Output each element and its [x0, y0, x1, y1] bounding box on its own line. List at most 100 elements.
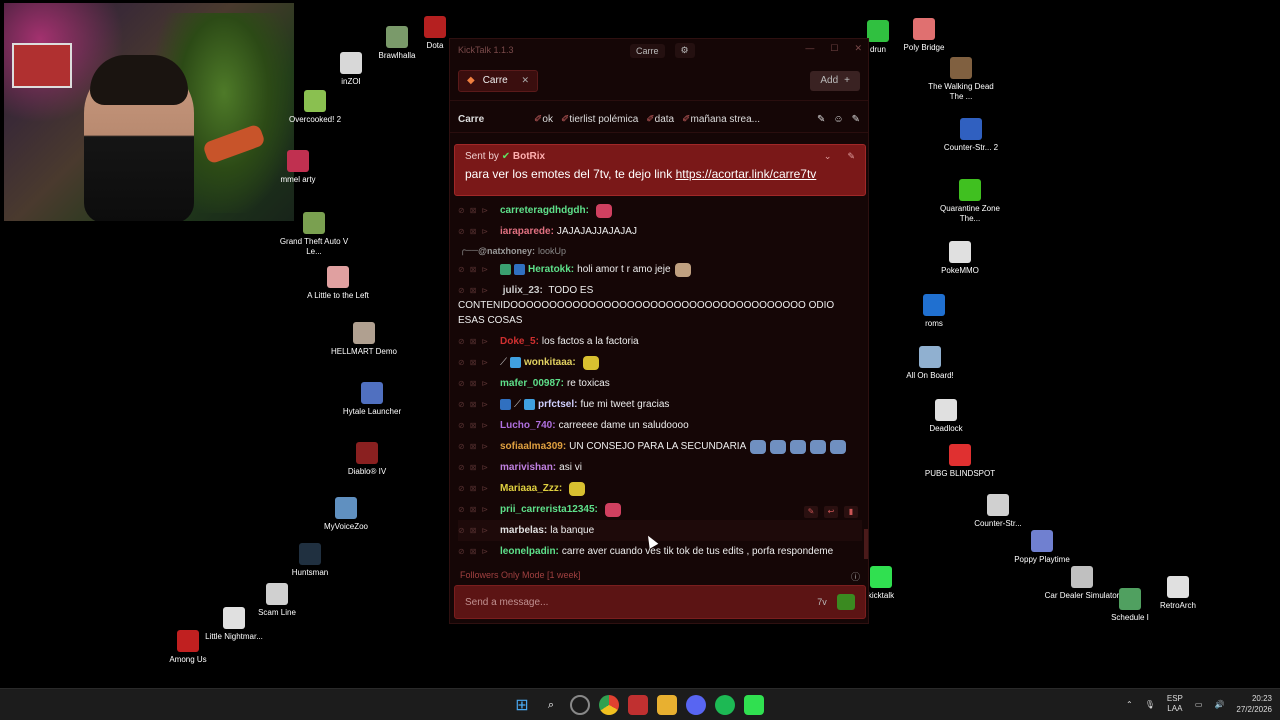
network-icon[interactable]: ▭	[1195, 700, 1203, 709]
desktop-icon-inzoi[interactable]: inZOI	[311, 52, 391, 87]
desktop-icon-polybridge[interactable]: Poly Bridge	[884, 18, 964, 53]
desktop-icon-diablo[interactable]: Diablo® IV	[327, 442, 407, 477]
message-tools[interactable]: ⊘⊠⊳	[458, 526, 500, 535]
delete-icon[interactable]: ▮	[844, 506, 858, 518]
message-tools[interactable]: ⊘⊠⊳	[458, 358, 500, 367]
pin-item[interactable]: mañana strea...	[682, 114, 760, 125]
close-icon[interactable]: ✕	[854, 43, 862, 54]
message-input[interactable]	[465, 596, 807, 608]
pin-toggle-icon[interactable]: ✎	[852, 114, 860, 125]
volume-icon[interactable]: 🔊	[1214, 700, 1224, 709]
desktop-icon-among-us[interactable]: Among Us	[148, 630, 228, 665]
add-button[interactable]: Add +	[810, 70, 860, 91]
user-icon[interactable]: ☺	[833, 114, 843, 125]
reply-preview[interactable]: ╭── @natxhoney: lookUp	[458, 242, 862, 259]
desktop-icon-hellmart[interactable]: HELLMART Demo	[324, 322, 404, 357]
chat-scrollbar[interactable]	[864, 529, 868, 559]
kick-emote-icon[interactable]	[837, 594, 855, 610]
desktop-icon-little-left[interactable]: A Little to the Left	[298, 266, 378, 301]
language-indicator[interactable]: ESP LAA	[1167, 694, 1183, 714]
desktop-icon-cs2[interactable]: Counter-Str... 2	[931, 118, 1011, 153]
desktop-icon-gta[interactable]: Grand Theft Auto V Le...	[274, 212, 354, 257]
message-tools[interactable]: ⊘⊠⊳	[458, 265, 500, 274]
message-text: la banque	[550, 525, 595, 536]
scamline-icon	[266, 583, 288, 605]
desktop-icon-allonboard[interactable]: All On Board!	[890, 346, 970, 381]
search-icon[interactable]: ⌕	[541, 695, 561, 715]
microphone-icon[interactable]: 🎙	[1145, 700, 1155, 709]
message-tools[interactable]: ⊘⊠⊳	[458, 400, 500, 409]
message-user[interactable]: wonkitaaa:	[524, 357, 576, 368]
message-tools[interactable]: ⊘⊠⊳	[458, 484, 500, 493]
message-user[interactable]: iaraparede:	[500, 226, 554, 237]
message-tools[interactable]: ⊘⊠⊳	[458, 227, 500, 236]
desktop-icon-quarantine[interactable]: Quarantine Zone The...	[930, 179, 1010, 224]
message-tools[interactable]: ⊘⊠⊳	[458, 206, 500, 215]
windows-start-icon[interactable]: ⊞	[512, 695, 532, 715]
message-tools[interactable]: ⊘⊠⊳	[458, 379, 500, 388]
message-user[interactable]: julix_23:	[503, 285, 543, 296]
kick-icon[interactable]	[744, 695, 764, 715]
tab-carre[interactable]: ◆ Carre ✕	[458, 69, 538, 92]
desktop-icon-myvoicezoo[interactable]: MyVoiceZoo	[306, 497, 386, 532]
message-user[interactable]: mafer_00987:	[500, 378, 564, 389]
desktop-icon-poppy[interactable]: Poppy Playtime	[1002, 530, 1082, 565]
chevron-up-icon[interactable]: ⌃	[1126, 700, 1133, 709]
desktop-icon-roms[interactable]: roms	[894, 294, 974, 329]
desktop-icon-overcooked[interactable]: Overcooked! 2	[275, 90, 355, 125]
reply-icon[interactable]: ↩	[824, 506, 838, 518]
message-user[interactable]: sofiaalma309:	[500, 441, 566, 452]
message-user[interactable]: prfctsel:	[538, 399, 577, 410]
chrome-icon[interactable]	[599, 695, 619, 715]
pinned-link[interactable]: https://acortar.link/carre7tv	[676, 167, 817, 181]
7tv-emote-icon[interactable]: 7v	[813, 594, 831, 610]
message-tools[interactable]: ⊘⊠⊳	[458, 505, 500, 514]
message-user[interactable]: leonelpadin:	[500, 546, 559, 557]
pin-item[interactable]: ok	[534, 114, 553, 125]
desktop-icon-deadlock[interactable]: Deadlock	[906, 399, 986, 434]
minimize-icon[interactable]: —	[805, 43, 814, 54]
message-user[interactable]: Doke_5:	[500, 336, 539, 347]
spotify-icon[interactable]	[715, 695, 735, 715]
gear-icon[interactable]: ⚙	[674, 43, 695, 58]
pin-icon[interactable]: ✎	[817, 114, 825, 125]
message-user[interactable]: prii_carrerista12345:	[500, 504, 598, 515]
message-user[interactable]: marbelas:	[500, 525, 547, 536]
message-user[interactable]: Lucho_740:	[500, 420, 556, 431]
message-tools[interactable]: ⊘⊠⊳	[458, 463, 500, 472]
message-tools[interactable]: ⊘⊠⊳	[458, 421, 500, 430]
chrome-alt-icon[interactable]	[570, 695, 590, 715]
desktop-icon-counterstrike[interactable]: Counter-Str...	[958, 494, 1038, 529]
message-user[interactable]: carreteragdhdgdh:	[500, 205, 589, 216]
files-icon[interactable]	[657, 695, 677, 715]
message-tools[interactable]: ⊘⊠⊳	[458, 337, 500, 346]
pin-item[interactable]: tierlist polémica	[561, 114, 638, 125]
desktop-icon-pokemmo[interactable]: PokeMMO	[920, 241, 1000, 276]
clock[interactable]: 20:23 27/2/2026	[1236, 693, 1272, 715]
message-tools[interactable]: ⊘⊠⊳	[458, 547, 500, 556]
channel-name[interactable]: Carre	[458, 114, 534, 125]
title-channel[interactable]: Carre	[630, 43, 665, 58]
message-user[interactable]: Mariaaa_Zzz:	[500, 483, 562, 494]
media-icon[interactable]	[628, 695, 648, 715]
chat-message: ⊘⊠⊳ marivishan: asi vi	[458, 457, 862, 478]
chevron-down-icon[interactable]: ⌄	[824, 151, 832, 162]
kicktalk-icon	[870, 566, 892, 588]
discord-icon[interactable]	[686, 695, 706, 715]
desktop-icon-pubg[interactable]: PUBG BLINDSPOT	[920, 444, 1000, 479]
message-user[interactable]: Heratokk:	[528, 264, 574, 275]
maximize-icon[interactable]: ☐	[830, 43, 838, 54]
desktop-icon-hytale[interactable]: Hytale Launcher	[332, 382, 412, 417]
message-tools[interactable]: ⊘⊠⊳	[458, 283, 500, 298]
unpin-icon[interactable]: ✎	[847, 151, 855, 162]
message-user[interactable]: marivishan:	[500, 462, 556, 473]
desktop-icon-rummel[interactable]: mmel arty	[278, 150, 318, 185]
info-icon[interactable]: ⓘ	[851, 570, 860, 583]
desktop-icon-retroarch[interactable]: RetroArch	[1138, 576, 1218, 611]
pin-item[interactable]: data	[646, 114, 674, 125]
tab-close-icon[interactable]: ✕	[521, 75, 529, 86]
desktop-icon-walkingdead[interactable]: The Walking Dead The ...	[921, 57, 1001, 102]
message-tools[interactable]: ⊘⊠⊳	[458, 442, 500, 451]
desktop-icon-huntsman[interactable]: Huntsman	[270, 543, 350, 578]
pin-message-icon[interactable]: ✎	[804, 506, 818, 518]
